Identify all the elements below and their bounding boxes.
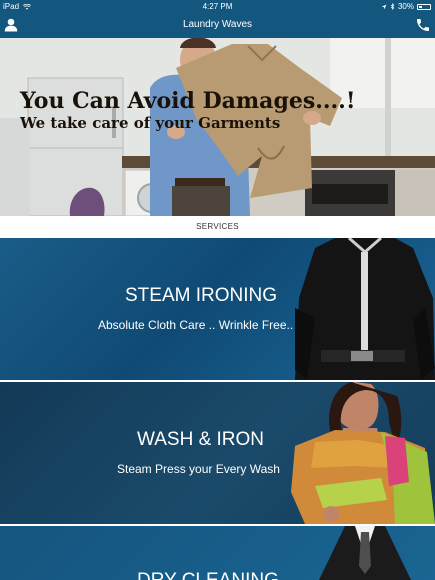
services-heading: SERVICES	[0, 216, 435, 236]
battery-icon	[417, 3, 431, 10]
app-header: Laundry Waves	[0, 14, 435, 38]
phone-icon[interactable]	[415, 17, 431, 33]
black-shirt-image	[295, 238, 435, 380]
service-card-dry-cleaning[interactable]: DRY CLEANING	[0, 526, 435, 580]
service-subtitle: Steam Press your Every Wash	[117, 462, 280, 476]
status-indicators: 30%	[381, 2, 431, 11]
status-bar: iPad 4:27 PM 30%	[0, 0, 435, 14]
status-time: 4:27 PM	[202, 2, 233, 11]
service-card-wash-iron[interactable]: WASH & IRON Steam Press your Every Wash	[0, 382, 435, 524]
service-card-steam-ironing[interactable]: STEAM IRONING Absolute Cloth Care .. Wri…	[0, 238, 435, 380]
service-title: WASH & IRON	[137, 429, 265, 450]
service-title: STEAM IRONING	[125, 285, 278, 306]
app-title: Laundry Waves	[182, 19, 253, 30]
hero-tagline: We take care of your Garments	[20, 114, 281, 132]
service-subtitle: Absolute Cloth Care .. Wrinkle Free..	[98, 318, 294, 332]
location-icon	[381, 4, 387, 9]
suit-image	[319, 526, 411, 580]
hero-headline: You Can Avoid Damages....!	[20, 88, 356, 114]
saree-model-image	[291, 382, 435, 524]
service-title: DRY CLEANING	[137, 570, 279, 580]
battery-percent: 30%	[397, 2, 414, 11]
hero-banner: You Can Avoid Damages....! We take care …	[0, 38, 435, 216]
bluetooth-icon	[390, 3, 395, 10]
